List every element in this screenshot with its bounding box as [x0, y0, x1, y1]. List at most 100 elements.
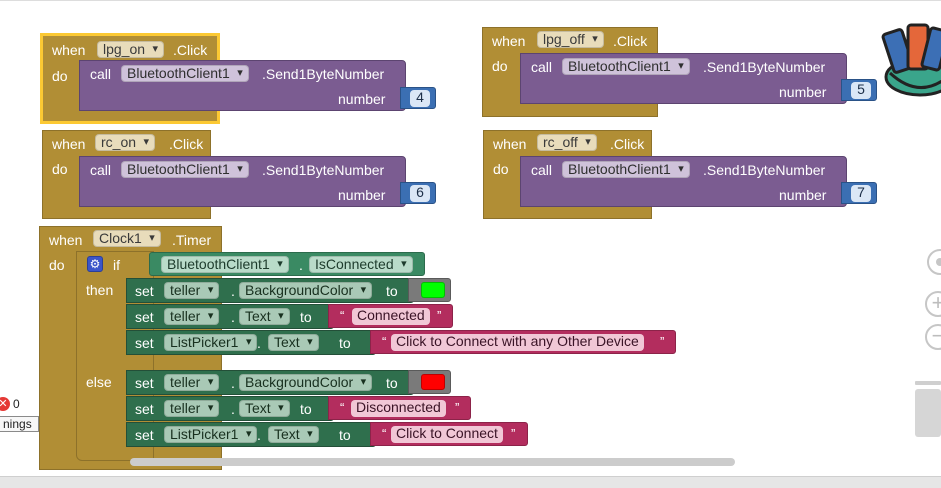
text-block-click-to-connect-any[interactable]: “ Click to Connect with any Other Device… [370, 330, 676, 354]
string-value[interactable]: Click to Connect [391, 426, 503, 443]
property-dropdown-isconnected[interactable]: IsConnected [309, 256, 413, 273]
method-name: .Send1ByteNumber [262, 162, 385, 178]
when-keyword: when [52, 42, 86, 58]
component-dropdown-teller[interactable]: teller [164, 400, 220, 417]
toggle-warnings-button[interactable]: nings [0, 416, 39, 432]
event-name: .Click [610, 136, 645, 152]
call-send1bytenumber-block[interactable]: call BluetoothClient1 .Send1ByteNumber n… [520, 53, 847, 104]
component-dropdown-clock1[interactable]: Clock1 [93, 230, 161, 247]
dot-label: . [299, 257, 303, 273]
property-dropdown-text[interactable]: Text [268, 426, 319, 443]
bluetooth-client-dropdown[interactable]: BluetoothClient1 [121, 161, 249, 178]
bluetooth-client-dropdown[interactable]: BluetoothClient1 [562, 58, 690, 75]
set-keyword: set [135, 335, 154, 351]
property-dropdown-backgroundcolor[interactable]: BackgroundColor [239, 282, 373, 299]
set-listpicker1-text-block[interactable]: set ListPicker1 . Text to [126, 422, 376, 447]
component-dropdown-lpg-off[interactable]: lpg_off [537, 31, 604, 48]
number-value[interactable]: 7 [851, 185, 871, 202]
set-listpicker1-text-block[interactable]: set ListPicker1 . Text to [126, 330, 376, 355]
call-keyword: call [531, 59, 553, 75]
open-quote: “ [382, 426, 387, 441]
number-block[interactable]: 4 [400, 87, 436, 109]
number-block[interactable]: 6 [400, 182, 436, 204]
error-icon: ✕ [0, 397, 10, 411]
call-keyword: call [90, 162, 112, 178]
open-quote: “ [382, 334, 387, 349]
component-dropdown-teller[interactable]: teller [164, 374, 220, 391]
string-value[interactable]: Connected [352, 308, 430, 325]
number-value[interactable]: 4 [410, 90, 430, 107]
when-keyword: when [493, 136, 527, 152]
property-dropdown-backgroundcolor[interactable]: BackgroundColor [239, 374, 373, 391]
call-send1bytenumber-block[interactable]: call BluetoothClient1 .Send1ByteNumber n… [79, 60, 406, 111]
blocks-workspace[interactable]: when lpg_on .Click do call BluetoothClie… [0, 0, 941, 476]
gear-icon[interactable]: ⚙ [87, 256, 103, 272]
component-dropdown-lpg-on[interactable]: lpg_on [97, 41, 165, 58]
color-swatch-red[interactable] [421, 374, 445, 390]
color-block-red[interactable] [408, 370, 451, 394]
component-dropdown-teller[interactable]: teller [164, 282, 220, 299]
method-name: .Send1ByteNumber [262, 66, 385, 82]
bluetooth-client-dropdown[interactable]: BluetoothClient1 [121, 65, 249, 82]
zoom-out-icon[interactable]: − [925, 324, 941, 350]
bluetooth-client-dropdown[interactable]: BluetoothClient1 [161, 256, 289, 273]
property-dropdown-text[interactable]: Text [268, 334, 319, 351]
param-label: number [779, 84, 827, 100]
trash-icon[interactable] [913, 381, 941, 437]
condition-isconnected-block[interactable]: BluetoothClient1 . IsConnected [149, 252, 425, 276]
component-dropdown-listpicker1[interactable]: ListPicker1 [164, 334, 258, 351]
horizontal-scrollbar[interactable] [130, 458, 735, 466]
property-dropdown-text[interactable]: Text [239, 400, 290, 417]
to-keyword: to [386, 283, 398, 299]
event-name: .Timer [172, 232, 212, 248]
string-value[interactable]: Click to Connect with any Other Device [391, 334, 644, 351]
component-dropdown-teller[interactable]: teller [164, 308, 220, 325]
text-block-connected[interactable]: “ Connected ” [328, 304, 453, 328]
bluetooth-client-dropdown[interactable]: BluetoothClient1 [562, 161, 690, 178]
component-dropdown-rc-on[interactable]: rc_on [95, 134, 156, 151]
param-label: number [338, 187, 386, 203]
to-keyword: to [339, 427, 351, 443]
text-block-disconnected[interactable]: “ Disconnected ” [328, 396, 471, 420]
close-quote: ” [660, 334, 665, 349]
color-swatch-green[interactable] [421, 282, 445, 298]
event-name: .Click [173, 42, 208, 58]
zoom-in-icon[interactable]: + [925, 291, 941, 317]
set-teller-text-block[interactable]: set teller . Text to [126, 304, 334, 329]
number-value[interactable]: 6 [410, 185, 430, 202]
recenter-icon[interactable] [927, 249, 941, 275]
number-value[interactable]: 5 [851, 82, 871, 99]
to-keyword: to [300, 401, 312, 417]
when-keyword: when [52, 136, 86, 152]
backpack-icon[interactable] [880, 15, 941, 105]
call-keyword: call [531, 162, 553, 178]
component-dropdown-rc-off[interactable]: rc_off [537, 134, 597, 151]
component-dropdown-listpicker1[interactable]: ListPicker1 [164, 426, 258, 443]
set-teller-text-block[interactable]: set teller . Text to [126, 396, 334, 421]
call-send1bytenumber-block[interactable]: call BluetoothClient1 .Send1ByteNumber n… [79, 156, 406, 207]
number-block[interactable]: 7 [841, 182, 877, 204]
property-dropdown-text[interactable]: Text [239, 308, 290, 325]
dot-label: . [231, 401, 235, 417]
close-quote: ” [437, 308, 442, 323]
to-keyword: to [386, 375, 398, 391]
text-block-click-to-connect[interactable]: “ Click to Connect ” [370, 422, 528, 446]
param-label: number [338, 91, 386, 107]
set-keyword: set [135, 283, 154, 299]
open-quote: “ [340, 400, 345, 415]
call-send1bytenumber-block[interactable]: call BluetoothClient1 .Send1ByteNumber n… [520, 156, 847, 207]
then-keyword: then [86, 282, 114, 298]
event-name: .Click [613, 33, 648, 49]
set-teller-backgroundcolor-block[interactable]: set teller . BackgroundColor to [126, 370, 414, 395]
method-name: .Send1ByteNumber [703, 162, 826, 178]
string-value[interactable]: Disconnected [351, 400, 446, 417]
do-keyword: do [493, 161, 509, 177]
close-quote: ” [511, 426, 516, 441]
color-block-green[interactable] [408, 278, 451, 302]
set-keyword: set [135, 309, 154, 325]
set-teller-backgroundcolor-block[interactable]: set teller . BackgroundColor to [126, 278, 414, 303]
recenter-dot [936, 258, 941, 266]
open-quote: “ [340, 308, 345, 323]
method-name: .Send1ByteNumber [703, 59, 826, 75]
number-block[interactable]: 5 [841, 79, 877, 101]
